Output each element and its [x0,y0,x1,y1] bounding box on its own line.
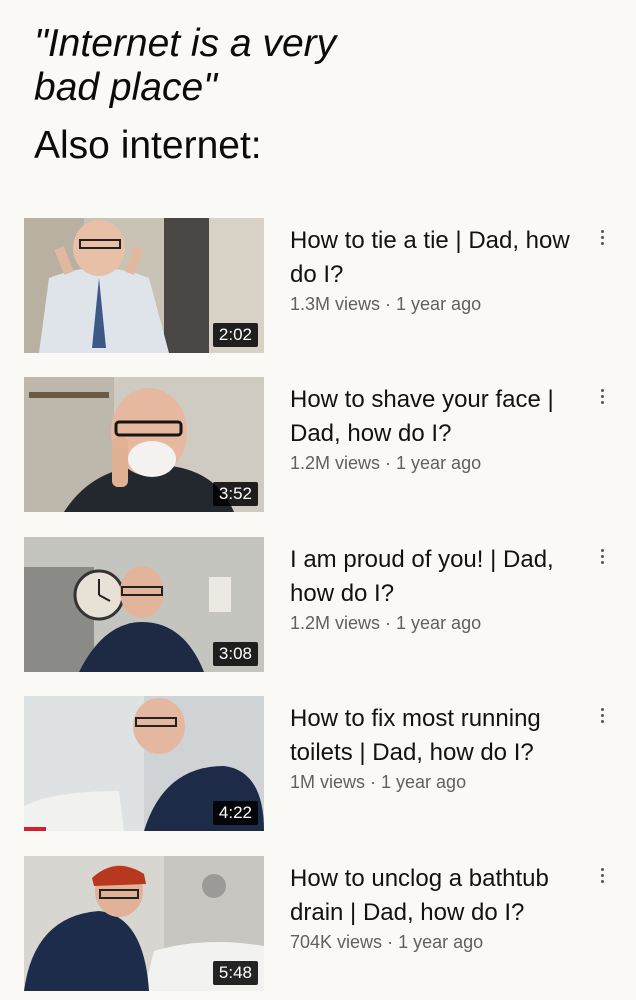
meta-separator: · [382,932,399,952]
video-meta: 1.2M views · 1 year ago [290,452,580,474]
upload-age: 1 year ago [396,294,482,314]
video-title[interactable]: I am proud of you! | Dad, how do I? [290,543,580,611]
meta-separator: · [380,613,397,633]
video-meta: 704K views · 1 year ago [290,931,580,953]
video-title[interactable]: How to shave your face | Dad, how do I? [290,383,580,451]
quote-line-2: bad place" [34,66,217,109]
more-vert-icon[interactable] [592,383,612,409]
video-row[interactable]: 3:52 How to shave your face | Dad, how d… [24,377,614,517]
video-thumbnail[interactable]: 3:08 [24,537,264,672]
upload-age: 1 year ago [381,772,467,792]
video-row[interactable]: 5:48 How to unclog a bathtub drain | Dad… [24,856,614,996]
video-info[interactable]: How to tie a tie | Dad, how do I? 1.3M v… [290,224,580,315]
duration-badge: 2:02 [212,323,258,347]
duration-badge: 3:52 [212,482,258,506]
duration-badge: 5:48 [212,961,258,985]
view-count: 704K views [290,932,383,952]
view-count: 1.2M views [290,613,381,633]
video-info[interactable]: How to fix most running toilets | Dad, h… [290,702,580,793]
video-title[interactable]: How to fix most running toilets | Dad, h… [290,702,580,770]
meta-separator: · [380,453,397,473]
video-thumbnail[interactable]: 4:22 [24,696,264,831]
duration-badge: 4:22 [212,801,258,825]
video-meta: 1M views · 1 year ago [290,771,580,793]
meta-separator: · [380,294,397,314]
upload-age: 1 year ago [396,613,482,633]
meme-caption: "Internet is a very bad place" Also inte… [34,22,614,168]
video-row[interactable]: 3:08 I am proud of you! | Dad, how do I?… [24,537,614,677]
video-info[interactable]: How to unclog a bathtub drain | Dad, how… [290,862,580,953]
video-info[interactable]: I am proud of you! | Dad, how do I? 1.2M… [290,543,580,634]
video-info[interactable]: How to shave your face | Dad, how do I? … [290,383,580,474]
video-meta: 1.2M views · 1 year ago [290,612,580,634]
view-count: 1.2M views [290,453,381,473]
meta-separator: · [365,772,382,792]
video-row[interactable]: 2:02 How to tie a tie | Dad, how do I? 1… [24,218,614,358]
view-count: 1M views [290,772,366,792]
watch-progress-bar [24,827,46,831]
more-vert-icon[interactable] [592,543,612,569]
upload-age: 1 year ago [396,453,482,473]
more-vert-icon[interactable] [592,702,612,728]
view-count: 1.3M views [290,294,381,314]
more-vert-icon[interactable] [592,224,612,250]
video-thumbnail[interactable]: 3:52 [24,377,264,512]
also-internet-line: Also internet: [34,124,262,167]
video-title[interactable]: How to unclog a bathtub drain | Dad, how… [290,862,580,930]
duration-badge: 3:08 [212,642,258,666]
video-thumbnail[interactable]: 5:48 [24,856,264,991]
video-meta: 1.3M views · 1 year ago [290,293,580,315]
video-row[interactable]: 4:22 How to fix most running toilets | D… [24,696,614,836]
quote-line-1: "Internet is a very [34,22,337,65]
video-title[interactable]: How to tie a tie | Dad, how do I? [290,224,580,292]
video-thumbnail[interactable]: 2:02 [24,218,264,353]
more-vert-icon[interactable] [592,862,612,888]
upload-age: 1 year ago [398,932,484,952]
